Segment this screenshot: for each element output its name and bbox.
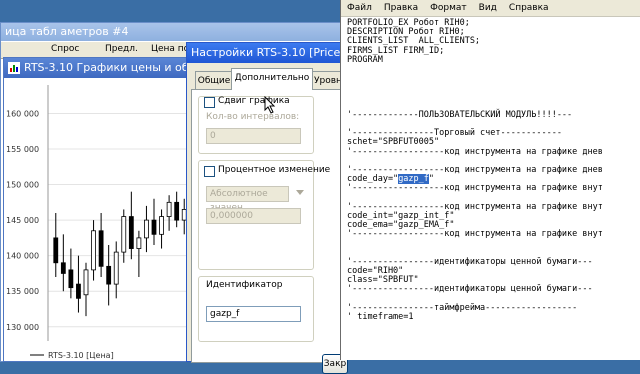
mode-select[interactable]: Абсолютное значен — [206, 186, 289, 213]
editor-line: PROGRAM — [347, 54, 383, 65]
y-tick-label: 150 000 — [6, 181, 39, 190]
candle-body[interactable] — [76, 283, 81, 299]
candle-body[interactable] — [53, 237, 59, 264]
percent-checkbox[interactable] — [204, 166, 215, 177]
menu-file[interactable]: Файл — [347, 3, 372, 13]
editor-line: FIRMS_LIST FIRM_ID; — [347, 45, 445, 56]
id-label: Идентификатор — [206, 280, 283, 290]
candle-body[interactable] — [136, 237, 142, 249]
candle-body[interactable] — [144, 219, 149, 239]
tab-general[interactable]: Общие — [195, 71, 233, 90]
column-header-offer[interactable]: Предл. — [105, 44, 138, 54]
candle-body[interactable] — [121, 216, 127, 253]
candle-body[interactable] — [166, 201, 172, 217]
candle-body[interactable] — [91, 230, 96, 271]
editor-line: '------------------код инструмента на гр… — [347, 146, 603, 157]
editor-line: '-------------ПОЛЬЗОВАТЕЛЬСКИЙ МОДУЛЬ!!!… — [347, 109, 573, 120]
editor-line: '----------------идентификаторы ценной б… — [347, 284, 593, 295]
settings-dialog: Настройки RTS-3.10 [Price] Общие Дополни… — [186, 42, 348, 374]
editor-line: '------------------код инструмента на гр… — [347, 229, 603, 240]
column-header-bid[interactable]: Спрос — [51, 44, 79, 54]
chart-icon — [8, 62, 20, 74]
candle-body[interactable] — [68, 269, 74, 289]
shift-label: Сдвиг графика — [218, 96, 290, 106]
candle-body[interactable] — [60, 262, 66, 274]
settings-dialog-title[interactable]: Настройки RTS-3.10 [Price] — [187, 43, 345, 63]
candle-body[interactable] — [98, 230, 104, 267]
percent-label: Процентное изменение — [218, 165, 331, 175]
script-editor-window: Файл Правка Формат Вид Справка PORTFOLIO_EX … — [340, 0, 640, 360]
candle-body[interactable] — [159, 216, 164, 235]
editor-line: '------------------код инструмента на гр… — [347, 183, 603, 194]
chart-window: RTS-3.10 Графики цены и объе 160 000 155 … — [3, 57, 205, 362]
menu-edit[interactable]: Правка — [384, 3, 418, 13]
percent-value-field[interactable]: 0,000000 — [206, 208, 301, 224]
intervals-label: Кол-во интервалов: — [206, 112, 300, 122]
y-tick-label: 155 000 — [6, 145, 39, 154]
params-table-title: ица табл аметров #4 — [1, 23, 346, 41]
y-tick-label: 135 000 — [6, 287, 39, 296]
editor-menubar: Файл Правка Формат Вид Справка — [341, 0, 640, 17]
chart-window-titlebar[interactable]: RTS-3.10 Графики цены и объе — [4, 58, 204, 78]
candle-body[interactable] — [174, 201, 180, 221]
y-tick-label: 130 000 — [6, 323, 39, 332]
menu-view[interactable]: Вид — [479, 3, 497, 13]
mouse-pointer-icon — [264, 96, 276, 114]
candle-body[interactable] — [106, 265, 112, 285]
candle-body[interactable] — [83, 269, 89, 296]
y-tick-label: 140 000 — [6, 252, 39, 261]
legend-label: RTS-3.10 [Цена] — [48, 351, 114, 360]
menu-format[interactable]: Формат — [430, 3, 467, 13]
chevron-down-icon[interactable] — [296, 190, 304, 196]
id-field[interactable]: gazp_f — [206, 306, 301, 322]
candle-body[interactable] — [113, 251, 119, 285]
advanced-panel: Сдвиг графика Кол-во интервалов: 0 Проце… — [191, 89, 348, 374]
editor-text-area[interactable]: PORTFOLIO_EX Робот RIH0; DESCRIPTION Робо… — [347, 18, 640, 322]
tab-advanced[interactable]: Дополнительно — [231, 68, 313, 90]
y-tick-label: 145 000 — [6, 216, 39, 225]
candle-body[interactable] — [151, 219, 157, 235]
y-tick-label: 160 000 — [6, 109, 39, 118]
menu-help[interactable]: Справка — [509, 3, 549, 13]
chart-window-title: RTS-3.10 Графики цены и объе — [24, 61, 204, 74]
intervals-field[interactable]: 0 — [206, 128, 301, 144]
editor-line: ' timeframe=1 — [347, 312, 414, 322]
candle-body[interactable] — [128, 216, 134, 249]
shift-checkbox[interactable] — [204, 97, 215, 108]
candlestick-chart[interactable]: 160 000 155 000 150 000 145 000 140 000 135 0… — [4, 79, 204, 361]
